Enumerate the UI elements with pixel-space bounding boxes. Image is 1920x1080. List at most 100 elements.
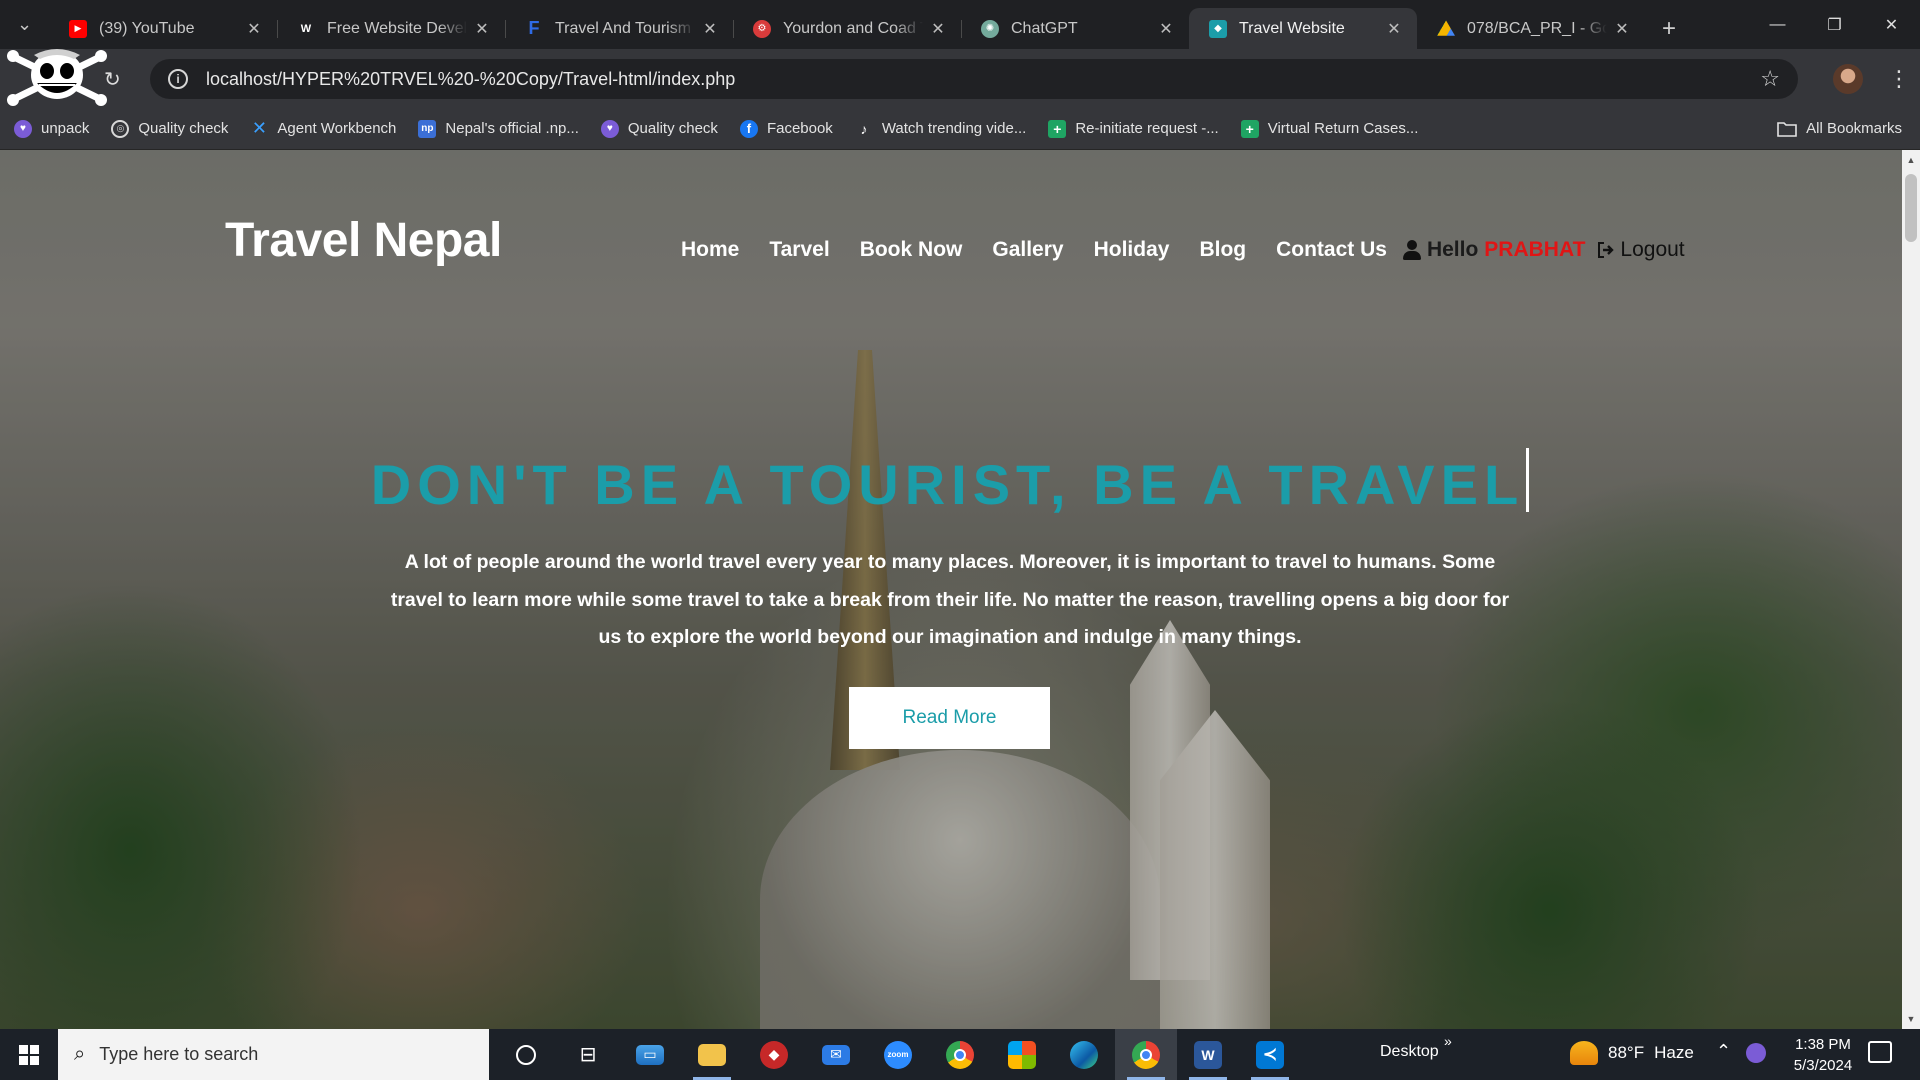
close-icon[interactable]: ✕ [929,19,947,39]
tab-google-drive[interactable]: 078/BCA_PR_I - Goog ✕ [1417,8,1645,49]
chatgpt-icon: ✺ [981,19,999,38]
nav-blog[interactable]: Blog [1199,238,1246,262]
taskbar-search[interactable]: ⌕ Type here to search [58,1029,489,1080]
notifications-icon[interactable] [1868,1041,1892,1063]
logout-icon [1598,242,1615,258]
close-icon[interactable]: ✕ [1613,19,1631,39]
bookmark-quality-check[interactable]: ◎ Quality check [111,119,228,138]
scroll-up-arrow-icon[interactable]: ▲ [1902,152,1920,168]
mail-icon: ✉ [822,1044,850,1065]
nav-home[interactable]: Home [681,238,739,262]
site-info-icon[interactable]: i [168,69,188,89]
typing-caret [1526,448,1530,512]
np-icon: np [418,119,437,138]
tab-wix[interactable]: W Free Website Develop ✕ [277,8,505,49]
tab-travel-website[interactable]: ◆ Travel Website ✕ [1189,8,1417,49]
taskbar-app-game[interactable]: ◆ [743,1029,805,1080]
bookmark-reinitiate-request[interactable]: + Re-initiate request -... [1048,119,1219,138]
task-view-button[interactable]: ⊟ [557,1029,619,1080]
scrollbar-thumb[interactable] [1905,174,1917,242]
tray-app-icon[interactable] [1746,1043,1766,1063]
site-nav: Home Tarvel Book Now Gallery Holiday Blo… [681,238,1685,262]
scroll-down-arrow-icon[interactable]: ▼ [1902,1011,1920,1027]
plus-sheet-icon: + [1240,119,1259,138]
heart-icon: ♥ [600,119,619,138]
taskbar-mail[interactable]: ✉ [805,1029,867,1080]
taskbar-vscode[interactable]: ≺ [1239,1029,1301,1080]
nav-contact-us[interactable]: Contact Us [1276,238,1387,262]
reload-icon[interactable]: ↻ [104,67,121,92]
bookmark-facebook[interactable]: f Facebook [739,119,833,138]
nav-gallery[interactable]: Gallery [992,238,1063,262]
chevron-down-icon: ⌄ [16,14,33,34]
close-icon[interactable]: ✕ [473,19,491,39]
browser-menu-icon[interactable]: ⋮ [1888,64,1910,94]
user-greeting: Hello PRABHAT [1402,238,1585,262]
heart-icon: ♥ [14,119,32,138]
bookmark-agent-workbench[interactable]: ✕ Agent Workbench [250,118,397,138]
taskbar-word[interactable]: W [1177,1029,1239,1080]
site-logo[interactable]: Travel Nepal [225,213,502,268]
show-hidden-icons-icon[interactable]: ⌃ [1716,1041,1731,1062]
taskbar-app-desktop[interactable]: ▭ [619,1029,681,1080]
taskbar-chrome[interactable] [929,1029,991,1080]
hero-title: DON'T BE A TOURIST, BE A TRAVEL [0,448,1900,517]
bookmark-label: Facebook [766,120,833,137]
url-text[interactable]: localhost/HYPER%20TRVEL%20-%20Copy/Trave… [206,69,1760,90]
zoom-icon: zoom [884,1040,912,1069]
close-icon[interactable]: ✕ [1385,19,1403,39]
tab-chatgpt[interactable]: ✺ ChatGPT ✕ [961,8,1189,49]
bookmark-virtual-return[interactable]: + Virtual Return Cases... [1240,119,1418,138]
profile-avatar[interactable] [1833,64,1863,94]
taskbar-chrome-active[interactable] [1115,1029,1177,1080]
taskbar-store[interactable] [991,1029,1053,1080]
start-button[interactable] [0,1029,58,1080]
nav-book-now[interactable]: Book Now [860,238,963,262]
youtube-icon: ▶ [69,19,87,38]
close-icon[interactable]: ✕ [701,19,719,39]
weather-widget[interactable]: 88°F Haze [1570,1041,1694,1065]
close-window-button[interactable]: ✕ [1863,0,1920,49]
tab-title: 078/BCA_PR_I - Goog [1467,19,1607,37]
taskbar-zoom[interactable]: zoom [867,1029,929,1080]
close-icon[interactable]: ✕ [245,19,263,39]
all-bookmarks-button[interactable]: All Bookmarks [1777,120,1902,137]
new-tab-button[interactable]: + [1649,8,1689,49]
bookmark-unpack[interactable]: ♥ unpack [14,119,89,138]
restore-button[interactable]: ❐ [1806,0,1863,49]
read-more-button[interactable]: Read More [849,687,1050,749]
address-bar[interactable]: i localhost/HYPER%20TRVEL%20-%20Copy/Tra… [150,59,1798,99]
edge-icon [1070,1040,1098,1069]
tab-search-button[interactable]: ⌄ [0,0,49,49]
bookmark-star-icon[interactable]: ☆ [1760,66,1780,92]
f-logo-icon: F [528,18,540,38]
nav-holiday[interactable]: Holiday [1094,238,1170,262]
cortana-button[interactable] [495,1029,557,1080]
nav-tarvel[interactable]: Tarvel [769,238,829,262]
tab-yourdon-coad[interactable]: ⚙ Yourdon and Coad Te ✕ [733,8,961,49]
chevron-right-icon[interactable]: » [1444,1033,1452,1049]
taskbar-apps: ⊟ ▭ ◆ ✉ zoom W ≺ [495,1029,1301,1080]
logout-link[interactable]: Logout [1597,238,1685,262]
globe-icon: ◎ [111,119,130,138]
chrome-icon [1132,1040,1160,1069]
system-clock[interactable]: 1:38 PM 5/3/2024 [1778,1034,1868,1076]
minimize-button[interactable]: — [1749,0,1806,49]
tab-list: ▶ (39) YouTube ✕ W Free Website Develop … [49,0,1689,49]
tab-youtube[interactable]: ▶ (39) YouTube ✕ [49,8,277,49]
bookmark-quality-check-2[interactable]: ♥ Quality check [600,119,718,138]
taskbar-edge[interactable] [1053,1029,1115,1080]
page-scrollbar[interactable]: ▲ ▼ [1902,150,1920,1029]
globe-icon: ◆ [1209,19,1227,38]
vscode-icon: ≺ [1256,1040,1284,1069]
monitor-icon: ▭ [636,1044,664,1065]
desktop-toolbar-label[interactable]: Desktop [1380,1043,1439,1061]
close-icon[interactable]: ✕ [1157,19,1175,39]
folder-icon [698,1043,726,1066]
bookmark-nepal-np[interactable]: np Nepal's official .np... [418,119,579,138]
tiktok-icon: ♪ [860,120,868,137]
tab-travel-tourism[interactable]: F Travel And Tourism M ✕ [505,8,733,49]
folder-icon [1777,121,1797,137]
taskbar-file-explorer[interactable] [681,1029,743,1080]
bookmark-tiktok[interactable]: ♪ Watch trending vide... [855,120,1026,138]
